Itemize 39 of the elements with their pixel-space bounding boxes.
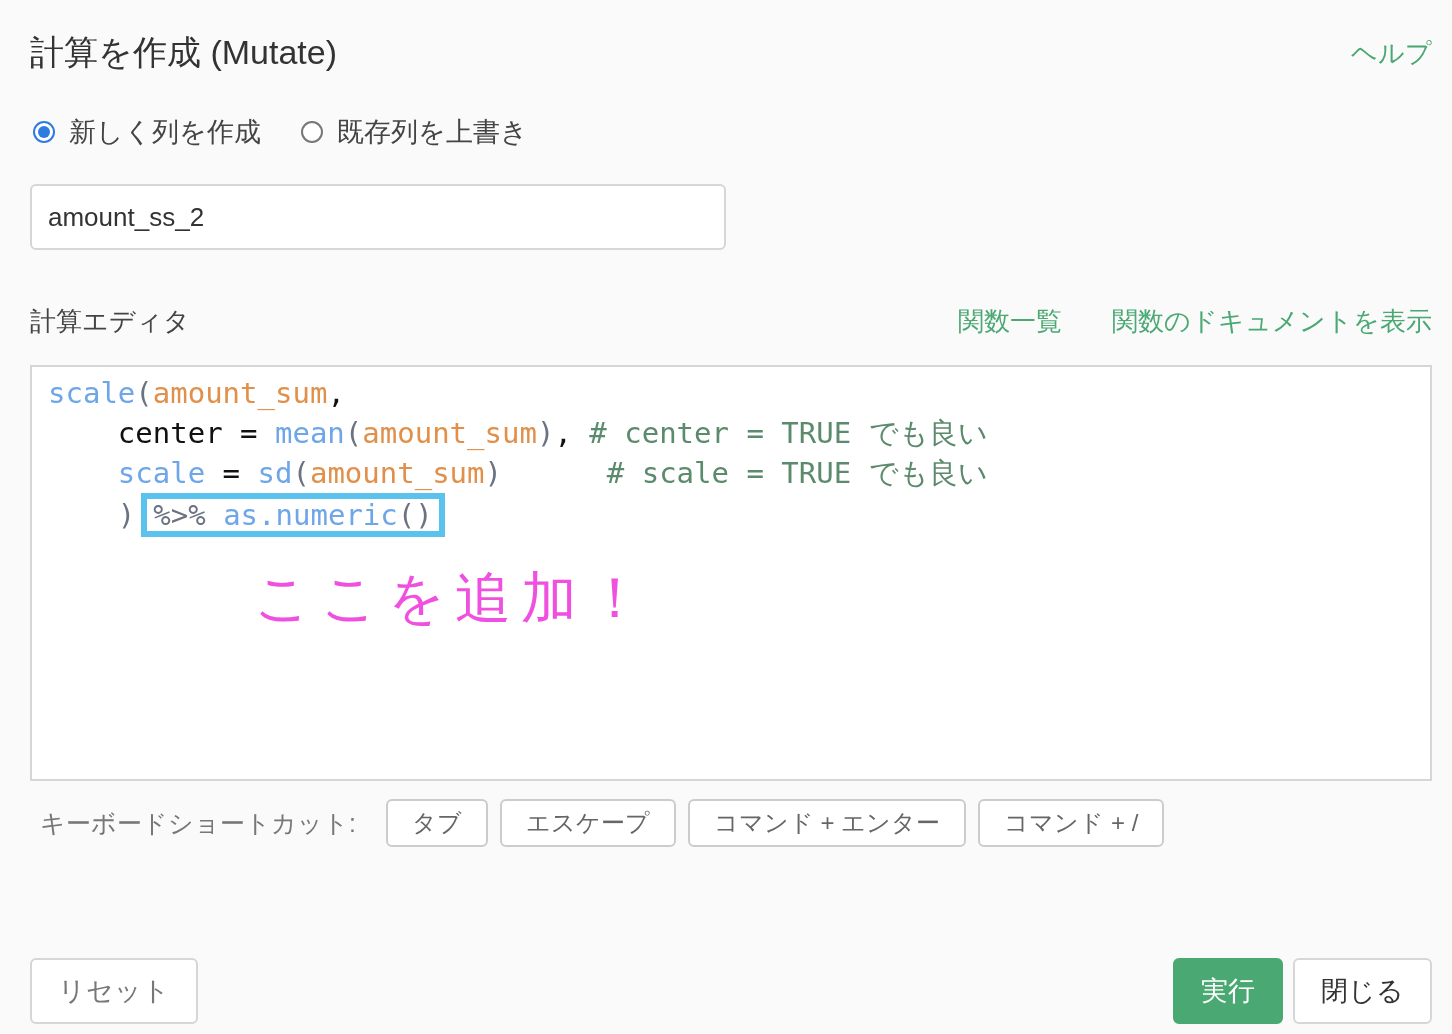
radio-button[interactable]	[33, 121, 55, 143]
shortcut-key[interactable]: エスケープ	[499, 799, 676, 847]
code-token: ,	[554, 415, 573, 452]
shortcut-key[interactable]: タブ	[385, 799, 488, 847]
column-name-field[interactable]: amount_ss_2	[30, 184, 726, 250]
code-token: )	[484, 455, 502, 492]
code-token: )	[116, 497, 136, 534]
code-token: center =	[116, 415, 259, 452]
code-comment: # center = TRUE でも良い	[589, 415, 988, 452]
code-comment: # scale = TRUE でも良い	[605, 455, 988, 492]
code-token: =	[221, 455, 242, 492]
code-token: (	[292, 455, 310, 492]
code-token: %>%	[153, 498, 206, 532]
code-token: scale	[116, 455, 206, 492]
radio-button[interactable]	[301, 121, 323, 143]
code-editor[interactable]: scale(amount_sum, center = mean(amount_sum), # center = TRUE でも良い scale = sd(amount_sum) # scale = TRUE でも良い ) %>% as.numeric() ここを追加！	[30, 365, 1432, 781]
annotation-text: ここを追加！	[254, 564, 653, 632]
action-button[interactable]: リセット	[30, 958, 198, 1024]
code-token: amount_sum	[309, 455, 485, 492]
code-token: sd	[257, 455, 293, 492]
shortcut-key[interactable]: コマンド + エンター	[687, 799, 967, 847]
code-token: (	[344, 415, 363, 452]
code-token: ,	[327, 375, 345, 412]
code-token: amount_sum	[362, 415, 537, 452]
shortcuts-label: キーボードショートカット:	[40, 807, 356, 839]
editor-label: 計算エディタ	[30, 305, 190, 338]
code-token: amount_sum	[152, 375, 328, 412]
run-button[interactable]: 実行	[1173, 958, 1283, 1024]
radio-label: 新しく列を作成	[69, 116, 261, 149]
action-button[interactable]: 閉じる	[1293, 958, 1432, 1024]
dialog-title: 計算を作成 (Mutate)	[30, 32, 338, 73]
code-token: as.numeric	[222, 498, 398, 532]
code-token: (	[135, 375, 153, 412]
shortcut-key[interactable]: コマンド + /	[978, 799, 1165, 847]
code-token: mean	[275, 415, 345, 452]
code-token: scale	[48, 375, 136, 412]
code-token: ()	[397, 498, 433, 532]
radio-label: 既存列を上書き	[337, 116, 528, 149]
code-token: )	[536, 415, 555, 452]
